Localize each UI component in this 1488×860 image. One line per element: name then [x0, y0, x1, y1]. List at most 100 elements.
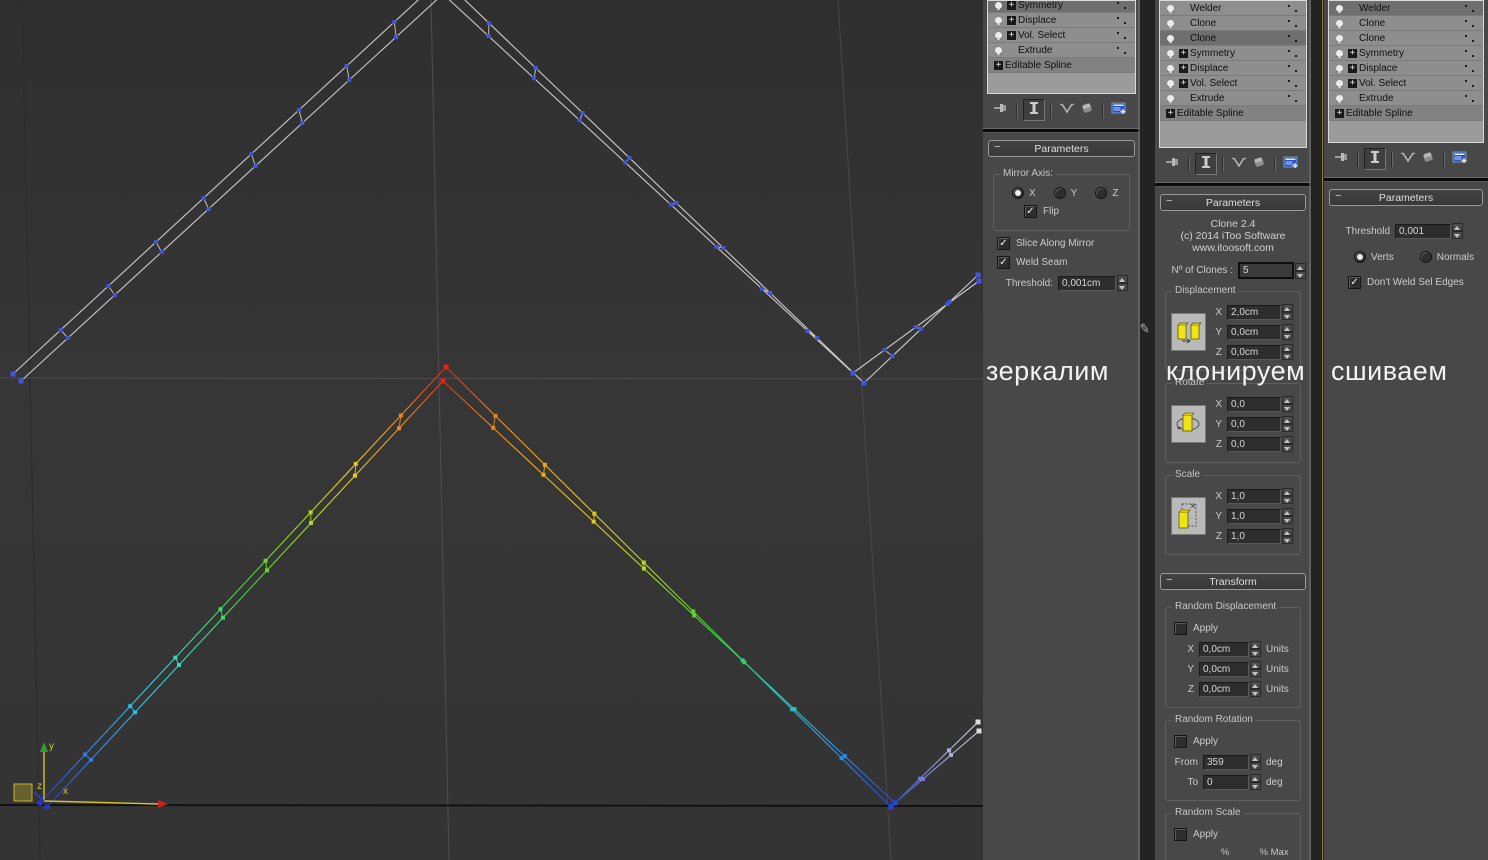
remove-modifier-button[interactable]	[1077, 100, 1097, 120]
checkbox-apply[interactable]: Apply	[1174, 622, 1293, 635]
expand-plus-icon[interactable]	[994, 60, 1003, 70]
radio-dot[interactable]	[1012, 187, 1024, 199]
show-end-result-button[interactable]	[1364, 148, 1386, 170]
radio-z[interactable]: Z	[1095, 187, 1118, 199]
spinner-down-icon[interactable]	[1452, 231, 1463, 239]
mirrored-spline-vertex[interactable]	[975, 272, 981, 278]
mirrored-spline-vertex[interactable]	[394, 35, 399, 39]
lightbulb-icon[interactable]	[1336, 94, 1343, 103]
collapse-minus-icon[interactable]	[1166, 574, 1172, 586]
mirrored-spline-vertex[interactable]	[890, 354, 895, 358]
mirrored-spline-vertex[interactable]	[112, 293, 117, 297]
value-field-x[interactable]: 0,0cm	[1199, 641, 1249, 657]
modifier-stack-row-extrude[interactable]: Extrude	[1329, 91, 1483, 106]
value-field-to[interactable]: 0	[1203, 774, 1249, 790]
spinner-up-icon[interactable]	[1250, 754, 1261, 762]
gizmo-plane-handle[interactable]	[13, 783, 33, 802]
show-end-result-button[interactable]	[1023, 99, 1045, 121]
mirrored-spline-vertex[interactable]	[627, 156, 632, 160]
rainbow-spline-vertex[interactable]	[133, 710, 137, 715]
rainbow-spline-vertex[interactable]	[591, 519, 596, 524]
checkbox-box[interactable]: ✓	[1024, 205, 1037, 218]
mirrored-spline-vertex[interactable]	[58, 328, 63, 332]
mirrored-spline-vertex[interactable]	[106, 284, 111, 288]
spinner-down-icon[interactable]	[1282, 444, 1293, 452]
modifier-stack-row-symmetry[interactable]: Symmetry	[1160, 46, 1306, 61]
rainbow-spline-vertex[interactable]	[742, 660, 747, 665]
modifier-stack-row-welder[interactable]: Welder	[1329, 1, 1483, 16]
lightbulb-icon[interactable]	[1167, 94, 1174, 103]
rainbow-spline-vertex[interactable]	[491, 425, 496, 430]
value-field-from[interactable]: 359	[1203, 754, 1249, 770]
spinner-up-icon[interactable]	[1282, 528, 1293, 536]
lightbulb-icon[interactable]	[1336, 34, 1343, 43]
mirrored-spline-vertex[interactable]	[815, 336, 820, 340]
modifier-stack-row-symmetry[interactable]: Symmetry	[1329, 46, 1483, 61]
mirrored-spline-vertex[interactable]	[18, 378, 24, 384]
radio-dot[interactable]	[1095, 187, 1108, 199]
value-field-z[interactable]: 1,0	[1227, 528, 1281, 544]
panel-scrollbar[interactable]	[1309, 0, 1311, 860]
rainbow-spline-vertex[interactable]	[493, 413, 498, 418]
mirrored-spline-vertex[interactable]	[768, 291, 773, 295]
lightbulb-icon[interactable]	[1167, 19, 1174, 28]
mirrored-spline-vertex[interactable]	[674, 201, 679, 205]
pin-stack-button[interactable]	[991, 100, 1011, 120]
rainbow-spline-vertex[interactable]	[89, 757, 93, 762]
make-unique-button[interactable]	[1398, 149, 1418, 169]
checkbox-box[interactable]	[1174, 622, 1187, 635]
rainbow-spline-vertex[interactable]	[592, 511, 597, 516]
mirrored-spline-vertex[interactable]	[253, 164, 258, 168]
spinner-buttons[interactable]	[1117, 275, 1128, 291]
pin-stack-button[interactable]	[1163, 154, 1183, 174]
rainbow-spline-vertex[interactable]	[949, 753, 953, 757]
lightbulb-icon[interactable]	[1336, 4, 1343, 13]
modifier-stack-row-welder[interactable]: Welder	[1160, 1, 1306, 16]
value-field-x[interactable]: 2,0cm	[1227, 304, 1281, 320]
spinner-down-icon[interactable]	[1250, 782, 1261, 790]
checkbox-box[interactable]: ✓	[997, 256, 1010, 269]
mirrored-spline-vertex[interactable]	[297, 108, 301, 112]
modifier-stack-row-clone[interactable]: Clone	[1160, 16, 1306, 31]
checkbox-apply[interactable]: Apply	[1174, 735, 1293, 748]
value-field-z[interactable]: 0,0cm	[1199, 681, 1249, 697]
checkbox-slice-along-mirror[interactable]: ✓ Slice Along Mirror	[997, 237, 1131, 250]
rainbow-spline-vertex[interactable]	[265, 568, 269, 573]
mirrored-spline-vertex[interactable]	[159, 250, 164, 254]
rainbow-spline-vertex[interactable]	[892, 800, 898, 806]
rainbow-spline-vertex[interactable]	[128, 704, 133, 709]
spinner-up-icon[interactable]	[1282, 488, 1293, 496]
mirrored-spline-vertex[interactable]	[945, 302, 950, 306]
spinner-buttons[interactable]	[1250, 681, 1261, 697]
remove-modifier-button[interactable]	[1249, 154, 1269, 174]
checkbox-weld-seam[interactable]: ✓ Weld Seam	[997, 256, 1131, 269]
value-field-y[interactable]: 0,0cm	[1199, 661, 1249, 677]
radio-verts[interactable]: Verts	[1354, 251, 1394, 263]
rainbow-spline-vertex[interactable]	[398, 413, 403, 418]
spinner-up-icon[interactable]	[1282, 508, 1293, 516]
lightbulb-icon[interactable]	[1167, 34, 1174, 43]
rainbow-spline-vertex[interactable]	[975, 719, 981, 725]
value-field-y[interactable]: 0,0cm	[1227, 324, 1281, 340]
modifier-stack-row-extrude[interactable]: Extrude	[1160, 91, 1306, 106]
rainbow-spline-vertex[interactable]	[691, 609, 696, 614]
modifier-stack-row-editable-spline[interactable]: Editable Spline	[1329, 106, 1483, 121]
expand-plus-icon[interactable]	[1335, 108, 1344, 118]
radio-normals[interactable]: Normals	[1419, 251, 1474, 263]
spinner-buttons[interactable]	[1282, 324, 1293, 340]
mirrored-spline-vertex[interactable]	[65, 336, 70, 340]
expand-plus-icon[interactable]	[1007, 30, 1016, 40]
pin-stack-button[interactable]	[1332, 149, 1352, 169]
rollout-header-transform[interactable]: Transform	[1160, 573, 1306, 590]
spinner-buttons[interactable]	[1250, 661, 1261, 677]
mirrored-spline-vertex[interactable]	[300, 121, 305, 125]
expand-plus-icon[interactable]	[1348, 48, 1357, 58]
modifier-stack-row-clone[interactable]: Clone	[1329, 31, 1483, 46]
radio-y[interactable]: Y	[1053, 187, 1077, 199]
value-field-x[interactable]: 0,0	[1227, 396, 1281, 412]
spinner-buttons[interactable]	[1282, 508, 1293, 524]
modifier-stack-row-vol-select[interactable]: Vol. Select	[988, 28, 1135, 43]
rainbow-spline-vertex[interactable]	[443, 364, 449, 370]
radio-dot[interactable]	[1053, 187, 1066, 199]
spinner-buttons[interactable]	[1295, 262, 1306, 279]
